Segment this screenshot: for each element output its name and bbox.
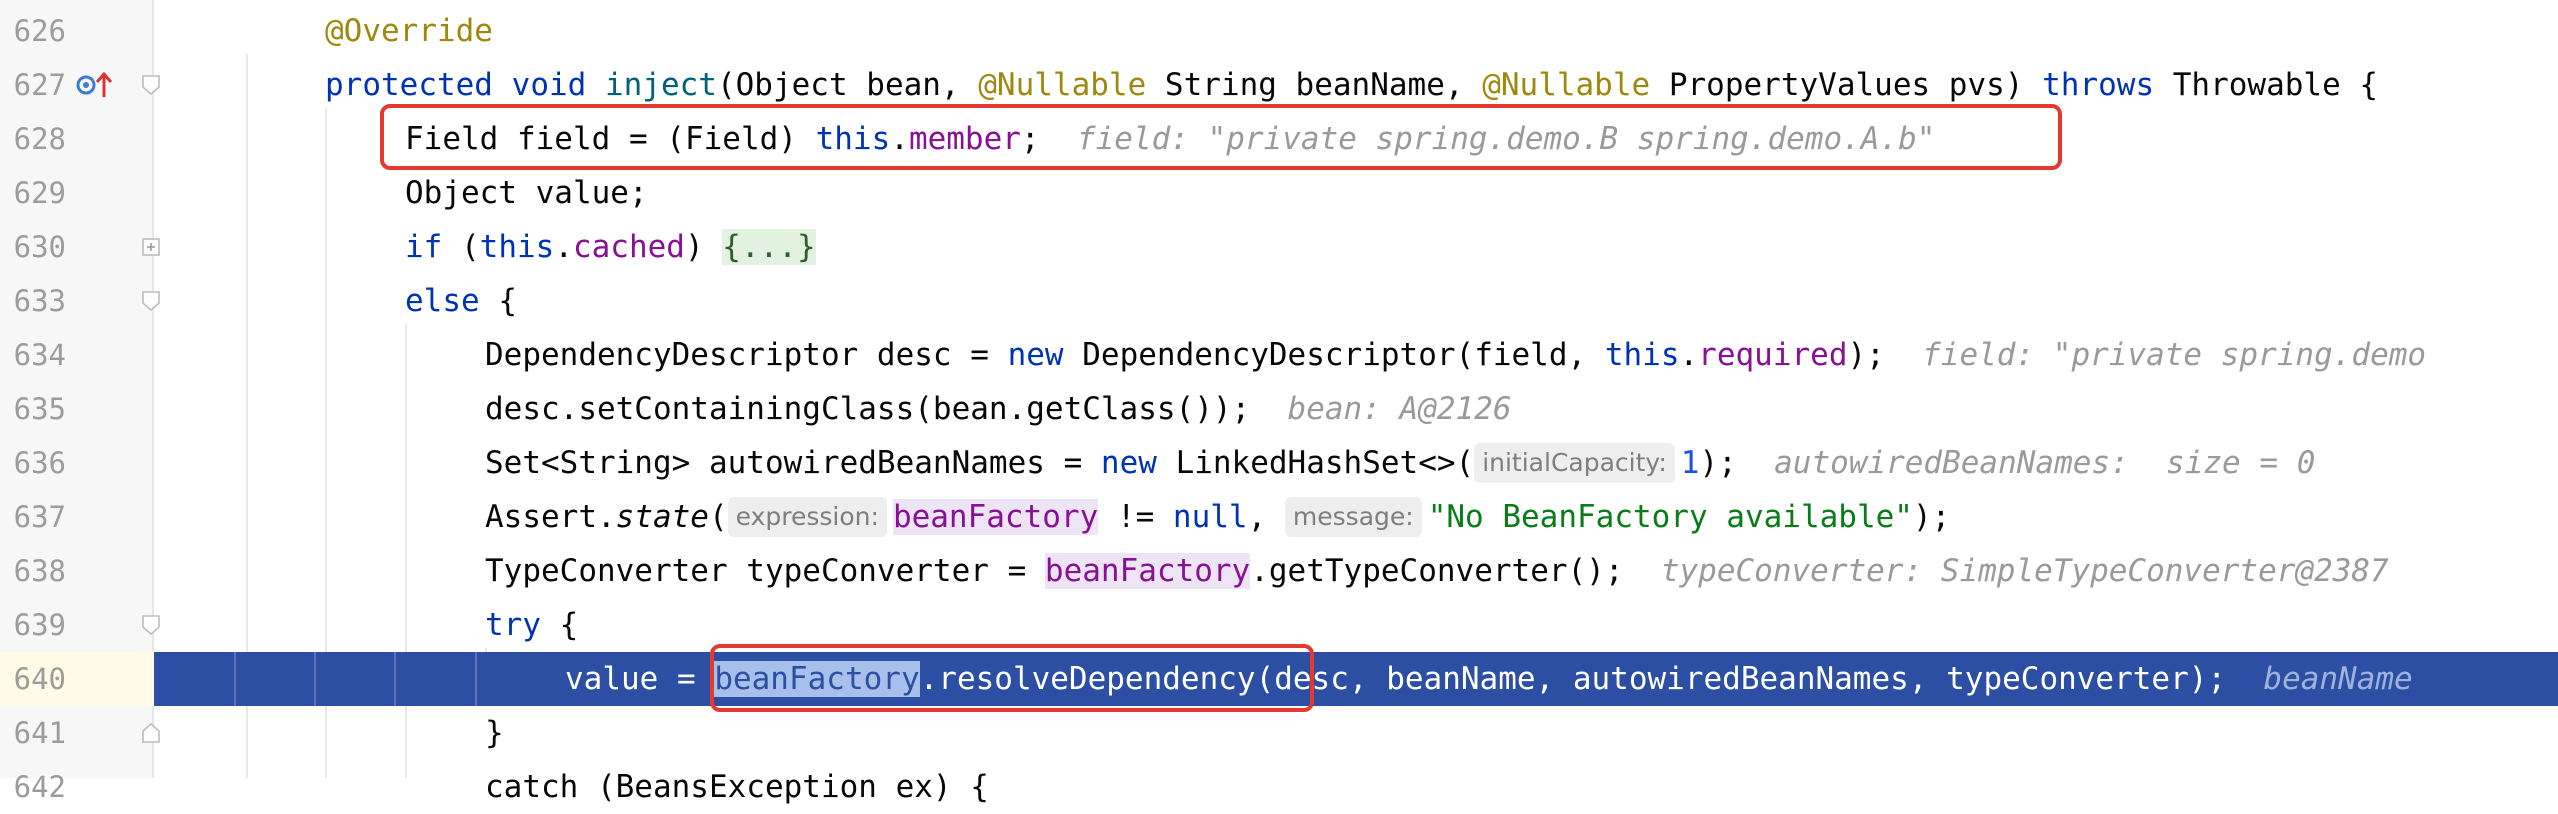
code-token: ) <box>684 229 723 265</box>
debug-inline-value: bean: A@2126 <box>1287 391 1512 427</box>
code-token: DependencyDescriptor desc = <box>485 337 1008 373</box>
line-number: 630 <box>13 230 66 264</box>
highlight-box-field-line <box>380 104 2062 170</box>
highlight-box-resolve-dependency <box>710 644 1314 712</box>
code-token: required <box>1698 337 1848 373</box>
code-token: inject <box>604 67 717 103</box>
code-token: (Object bean, <box>716 67 979 103</box>
code-token: try <box>485 607 541 643</box>
code-line[interactable]: 638 TypeConverter typeConverter = beanFa… <box>0 544 2558 598</box>
parameter-hint: initialCapacity: <box>1474 443 1675 483</box>
code-token: TypeConverter typeConverter = <box>485 553 1045 589</box>
line-number: 628 <box>13 122 66 156</box>
code-token: cached <box>572 229 685 265</box>
code-line[interactable]: 635 desc.setContainingClass(bean.getClas… <box>0 382 2558 436</box>
parameter-hint: expression: <box>727 497 887 537</box>
code-token: this <box>1604 337 1680 373</box>
code-line[interactable]: 634 DependencyDescriptor desc = new Depe… <box>0 328 2558 382</box>
line-number: 629 <box>13 176 66 210</box>
line-number: 636 <box>13 446 66 480</box>
code-token: .getTypeConverter(); <box>1250 553 1624 589</box>
code-token: PropertyValues pvs) <box>1650 67 2043 103</box>
line-number: 642 <box>13 770 66 804</box>
code-token: DependencyDescriptor(field, <box>1063 337 1605 373</box>
line-number: 635 <box>13 392 66 426</box>
code-token: void <box>511 67 587 103</box>
code-token: ( <box>442 229 480 265</box>
code-token: desc.setContainingClass(bean.getClass())… <box>485 391 1251 427</box>
code-token: beanFactory <box>892 499 1099 535</box>
code-token: Object value; <box>405 175 648 211</box>
code-token: ); <box>1912 499 1951 535</box>
code-token: Set<String> autowiredBeanNames = <box>485 445 1101 481</box>
code-token: this <box>479 229 555 265</box>
code-token: Throwable { <box>2154 67 2379 103</box>
line-number: 641 <box>13 716 66 750</box>
code-line[interactable]: 641 } <box>0 706 2558 760</box>
code-token: else <box>405 283 480 319</box>
line-number: 626 <box>13 14 66 48</box>
code-line[interactable]: 630 if (this.cached) {...} <box>0 220 2558 274</box>
line-number: 634 <box>13 338 66 372</box>
code-token: { <box>479 283 517 319</box>
debug-inline-value: autowiredBeanNames: size = 0 <box>1774 445 2316 481</box>
line-number: 638 <box>13 554 66 588</box>
override-up-arrow-icon[interactable] <box>76 70 116 100</box>
code-token: @Nullable <box>978 67 1147 103</box>
annotation-override: @Override <box>325 13 493 49</box>
debug-inline-value: typeConverter: SimpleTypeConverter@2387 <box>1660 553 2389 589</box>
code-token: throws <box>2042 67 2155 103</box>
code-token: new <box>1100 445 1157 481</box>
parameter-hint: message: <box>1284 497 1422 537</box>
code-token: } <box>485 715 504 751</box>
code-token: != <box>1098 499 1173 535</box>
code-token: ); <box>1699 445 1737 481</box>
code-token: value = <box>565 661 715 697</box>
code-token: @Nullable <box>1482 67 1651 103</box>
code-line[interactable]: 629 Object value; <box>0 166 2558 220</box>
code-token: null <box>1172 499 1248 535</box>
code-line[interactable]: 636 Set<String> autowiredBeanNames = new… <box>0 436 2558 490</box>
code-token: ); <box>1847 337 1885 373</box>
code-token: Assert. <box>485 499 616 535</box>
code-token: . <box>1679 337 1699 373</box>
line-number: 639 <box>13 608 66 642</box>
code-token: state <box>615 499 709 535</box>
code-token: "No BeanFactory available" <box>1427 499 1913 535</box>
code-token: LinkedHashSet<>( <box>1156 445 1475 481</box>
debug-inline-value: beanName <box>2263 661 2413 697</box>
code-token: . <box>554 229 573 265</box>
code-token: 1 <box>1680 445 1700 481</box>
code-token: { <box>541 607 579 643</box>
code-token: if <box>405 229 443 265</box>
code-token: String beanName, <box>1146 67 1483 103</box>
line-number: 637 <box>13 500 66 534</box>
code-line[interactable]: 626 @Override <box>0 4 2558 58</box>
code-token: , <box>1247 499 1267 535</box>
code-token: new <box>1007 337 1064 373</box>
line-number: 633 <box>13 284 66 318</box>
code-line[interactable]: 642 catch (BeansException ex) { <box>0 760 2558 814</box>
code-line[interactable]: 637 Assert.state(expression: beanFactory … <box>0 490 2558 544</box>
code-token: catch (BeansException ex) { <box>485 769 989 805</box>
code-token: ( <box>708 499 728 535</box>
line-number: 627 <box>13 68 66 102</box>
code-token: beanFactory <box>1044 553 1251 589</box>
debug-inline-value: field: "private spring.demo <box>1922 337 2427 373</box>
code-token: protected <box>325 67 493 103</box>
line-number: 640 <box>13 662 66 696</box>
code-line[interactable]: 633 else { <box>0 274 2558 328</box>
folded-code-block[interactable]: {...} <box>722 229 816 265</box>
